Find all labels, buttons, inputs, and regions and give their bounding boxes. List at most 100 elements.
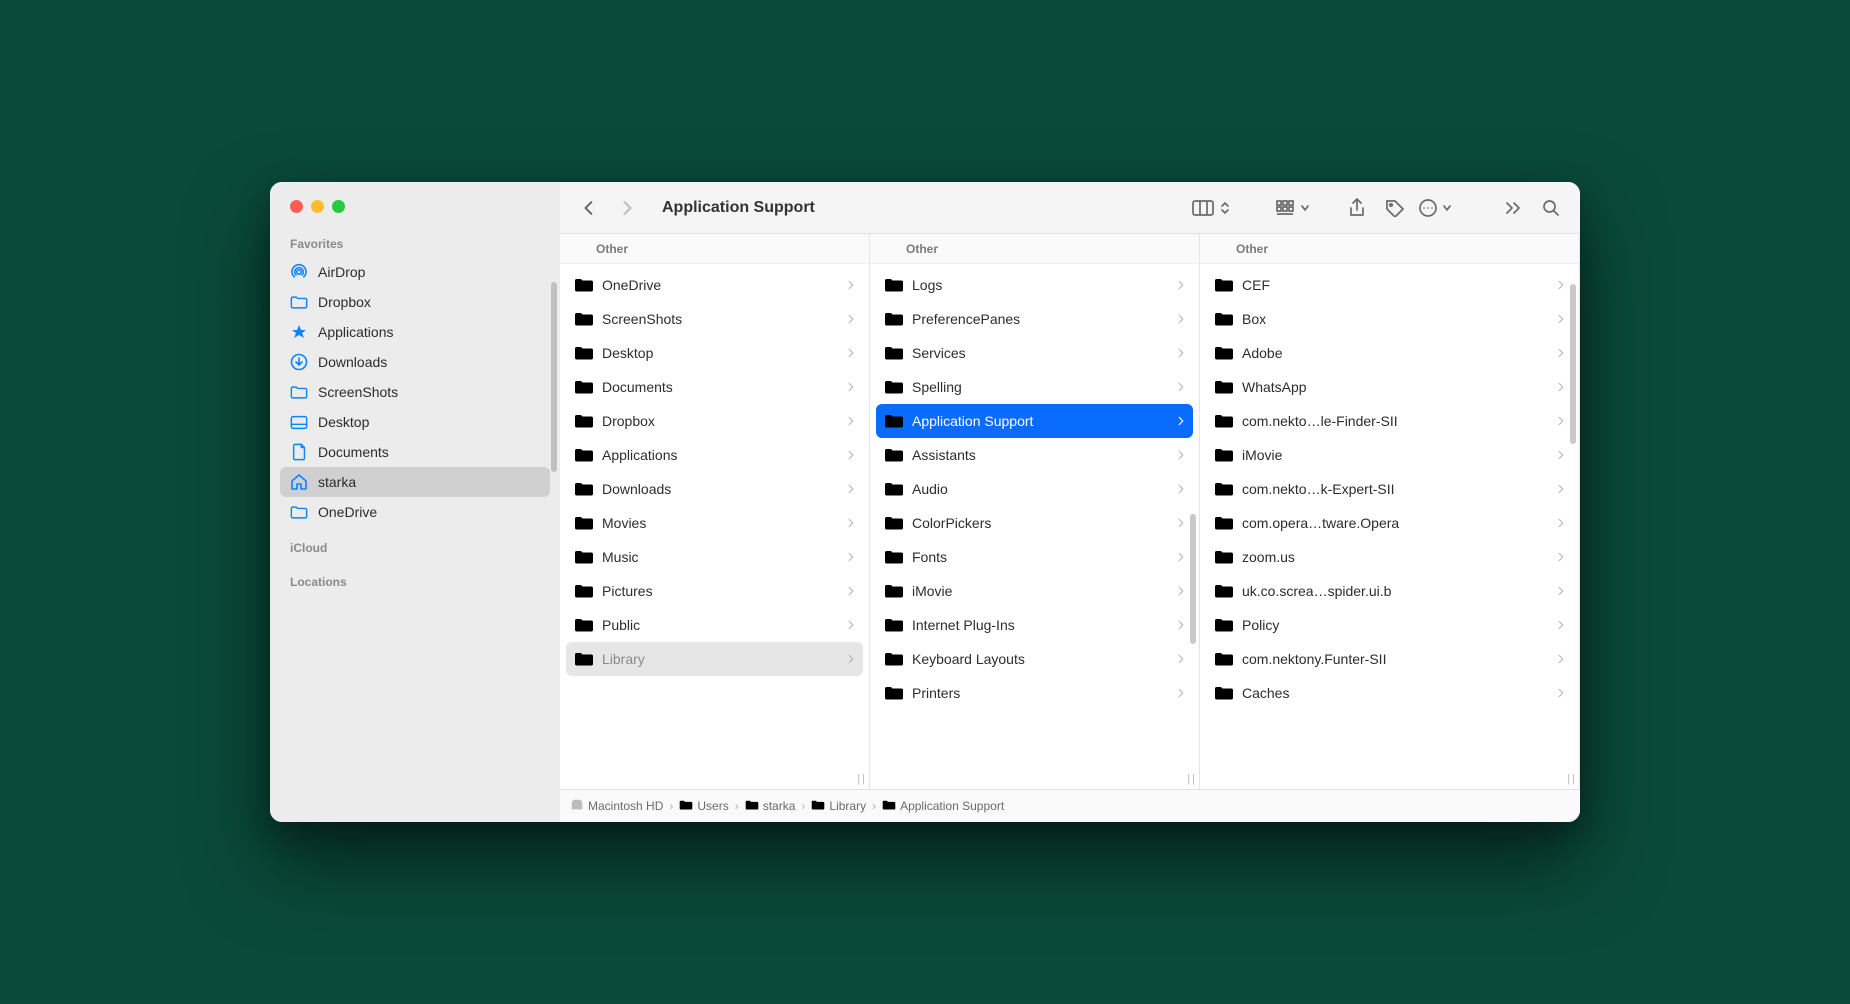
- sidebar-item-starka[interactable]: starka: [280, 467, 550, 497]
- sidebar-item-airdrop[interactable]: AirDrop: [280, 257, 550, 287]
- sidebar-item-downloads[interactable]: Downloads: [280, 347, 550, 377]
- close-window-button[interactable]: [290, 200, 303, 213]
- folder-icon: [574, 617, 594, 633]
- sidebar-item-documents[interactable]: Documents: [280, 437, 550, 467]
- folder-name: Keyboard Layouts: [912, 651, 1169, 667]
- forward-button[interactable]: [612, 193, 642, 223]
- sidebar-item-dropbox[interactable]: Dropbox: [280, 287, 550, 317]
- folder-icon: [1214, 651, 1234, 667]
- folder-row[interactable]: Keyboard Layouts: [876, 642, 1193, 676]
- folder-name: Music: [602, 549, 839, 565]
- folder-row[interactable]: Dropbox: [566, 404, 863, 438]
- path-crumb[interactable]: Users: [679, 798, 728, 815]
- folder-row[interactable]: Documents: [566, 370, 863, 404]
- folder-icon: [884, 311, 904, 327]
- path-crumb[interactable]: Macintosh HD: [570, 798, 663, 815]
- folder-row[interactable]: Application Support: [876, 404, 1193, 438]
- sidebar-item-onedrive[interactable]: OneDrive: [280, 497, 550, 527]
- zoom-window-button[interactable]: [332, 200, 345, 213]
- folder-row[interactable]: Public: [566, 608, 863, 642]
- folder-row[interactable]: WhatsApp: [1206, 370, 1573, 404]
- folder-row[interactable]: Spelling: [876, 370, 1193, 404]
- chevron-right-icon: [1177, 651, 1185, 667]
- folder-row[interactable]: zoom.us: [1206, 540, 1573, 574]
- folder-icon: [884, 617, 904, 633]
- folder-row[interactable]: Assistants: [876, 438, 1193, 472]
- column-3-scrollbar[interactable]: [1570, 284, 1576, 444]
- folder-row[interactable]: CEF: [1206, 268, 1573, 302]
- folder-row[interactable]: PreferencePanes: [876, 302, 1193, 336]
- sidebar-item-screenshots[interactable]: ScreenShots: [280, 377, 550, 407]
- folder-row[interactable]: Pictures: [566, 574, 863, 608]
- column-1-body: OneDrive ScreenShotsDesktopDocumentsDropb…: [560, 264, 869, 789]
- folder-name: Pictures: [602, 583, 839, 599]
- share-button[interactable]: [1342, 193, 1372, 223]
- folder-row[interactable]: ScreenShots: [566, 302, 863, 336]
- folder-name: com.nekto…le-Finder-SII: [1242, 413, 1549, 429]
- chevron-right-icon: [1177, 447, 1185, 463]
- path-crumb[interactable]: starka: [745, 798, 796, 815]
- folder-row[interactable]: Music: [566, 540, 863, 574]
- folder-icon: [884, 379, 904, 395]
- folder-row[interactable]: Applications: [566, 438, 863, 472]
- folder-row[interactable]: Downloads: [566, 472, 863, 506]
- sidebar-item-label: Applications: [318, 324, 394, 340]
- folder-row[interactable]: Fonts: [876, 540, 1193, 574]
- column-1-resize-handle[interactable]: ||: [857, 773, 867, 785]
- column-2-scrollbar[interactable]: [1190, 514, 1196, 644]
- folder-row[interactable]: ColorPickers: [876, 506, 1193, 540]
- sidebar-item-label: ScreenShots: [318, 384, 398, 400]
- column-1-header: Other: [560, 234, 869, 264]
- folder-icon: [1214, 379, 1234, 395]
- folder-row[interactable]: iMovie: [1206, 438, 1573, 472]
- chevron-right-icon: [1177, 481, 1185, 497]
- folder-row[interactable]: com.opera…tware.Opera: [1206, 506, 1573, 540]
- folder-row[interactable]: Caches: [1206, 676, 1573, 710]
- path-crumb[interactable]: Application Support: [882, 798, 1004, 815]
- view-columns-button[interactable]: [1192, 193, 1230, 223]
- folder-row[interactable]: Internet Plug-Ins: [876, 608, 1193, 642]
- folder-icon: [679, 798, 693, 815]
- folder-row[interactable]: Library: [566, 642, 863, 676]
- folder-row[interactable]: Printers: [876, 676, 1193, 710]
- folder-icon: [884, 685, 904, 701]
- group-by-button[interactable]: [1276, 193, 1310, 223]
- chevron-right-icon: [847, 413, 855, 429]
- folder-row[interactable]: Desktop: [566, 336, 863, 370]
- doc-icon: [290, 443, 308, 461]
- folder-row[interactable]: uk.co.screa…spider.ui.b: [1206, 574, 1573, 608]
- folder-row[interactable]: OneDrive: [566, 268, 863, 302]
- path-crumb[interactable]: Library: [811, 798, 866, 815]
- folder-row[interactable]: com.nektony.Funter-SII: [1206, 642, 1573, 676]
- column-3-resize-handle[interactable]: ||: [1567, 773, 1577, 785]
- sidebar: Favorites AirDropDropboxApplicationsDown…: [270, 182, 560, 822]
- folder-icon: [1214, 481, 1234, 497]
- tags-button[interactable]: [1380, 193, 1410, 223]
- minimize-window-button[interactable]: [311, 200, 324, 213]
- column-2-resize-handle[interactable]: ||: [1187, 773, 1197, 785]
- action-menu-button[interactable]: [1418, 193, 1452, 223]
- folder-row[interactable]: iMovie: [876, 574, 1193, 608]
- toolbar-overflow-button[interactable]: [1498, 193, 1528, 223]
- sidebar-item-applications[interactable]: Applications: [280, 317, 550, 347]
- folder-name: OneDrive: [602, 277, 839, 293]
- back-button[interactable]: [574, 193, 604, 223]
- folder-row[interactable]: Box: [1206, 302, 1573, 336]
- chevron-right-icon: [847, 515, 855, 531]
- folder-name: zoom.us: [1242, 549, 1549, 565]
- folder-row[interactable]: Audio: [876, 472, 1193, 506]
- folder-row[interactable]: Adobe: [1206, 336, 1573, 370]
- folder-row[interactable]: Movies: [566, 506, 863, 540]
- folder-row[interactable]: Policy: [1206, 608, 1573, 642]
- chevron-right-icon: [847, 583, 855, 599]
- search-button[interactable]: [1536, 193, 1566, 223]
- sidebar-scrollbar[interactable]: [551, 282, 557, 472]
- folder-icon: [574, 447, 594, 463]
- folder-row[interactable]: Services: [876, 336, 1193, 370]
- sidebar-section-icloud: iCloud: [270, 527, 560, 561]
- folder-row[interactable]: Logs: [876, 268, 1193, 302]
- folder-row[interactable]: com.nekto…k-Expert-SII: [1206, 472, 1573, 506]
- folder-row[interactable]: com.nekto…le-Finder-SII: [1206, 404, 1573, 438]
- sidebar-item-label: starka: [318, 474, 356, 490]
- sidebar-item-desktop[interactable]: Desktop: [280, 407, 550, 437]
